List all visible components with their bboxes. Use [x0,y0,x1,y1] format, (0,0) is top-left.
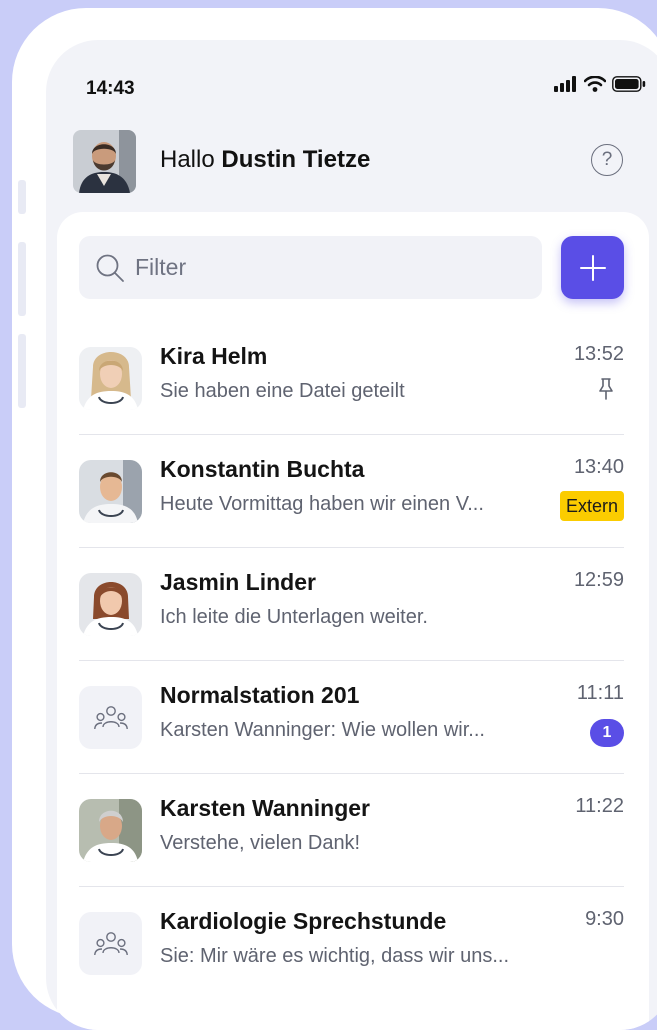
chat-item[interactable]: Kira Helm Sie haben eine Datei geteilt 1… [79,322,624,435]
contact-avatar [79,799,142,862]
chat-item[interactable]: Konstantin Buchta Heute Vormittag haben … [79,435,624,548]
side-button [18,242,26,316]
contact-name: Karsten Wanninger [160,795,371,821]
plus-icon [579,254,606,281]
chat-item[interactable]: Kardiologie Sprechstunde Sie: Mir wäre e… [79,887,624,999]
message-preview: Heute Vormittag haben wir einen V... [160,493,484,515]
search-input[interactable]: Filter [79,236,542,299]
contact-name: Kira Helm [160,343,268,369]
group-name: Normalstation 201 [160,682,360,708]
contact-name: Jasmin Linder [160,569,316,595]
message-time: 12:59 [573,569,624,591]
unread-badge: 1 [590,719,624,747]
phone-frame: 14:43 Hallo Dustin Tietze ? Filter Kira … [12,8,657,1030]
group-avatar [79,686,142,749]
message-time: 11:22 [575,795,624,817]
pin-icon [599,378,613,400]
app-screen: 14:43 Hallo Dustin Tietze ? Filter Kira … [46,40,657,1030]
user-name: Dustin Tietze [221,146,371,173]
contact-name: Konstantin Buchta [160,456,365,482]
group-avatar [79,912,142,975]
chat-item[interactable]: Jasmin Linder Ich leite die Unterlagen w… [79,548,624,661]
side-button [18,180,26,214]
group-icon [93,931,128,955]
group-icon [93,705,128,729]
contact-avatar [79,460,142,523]
chat-item[interactable]: Normalstation 201 Karsten Wanninger: Wie… [79,661,624,774]
new-chat-button[interactable] [561,236,624,299]
search-placeholder: Filter [135,254,187,280]
contact-avatar [79,347,142,410]
status-icons [554,76,646,92]
extern-badge: Extern [559,491,624,521]
message-preview: Ich leite die Unterlagen weiter. [160,606,428,628]
chat-list-sheet: Filter Kira Helm Sie haben eine Datei ge… [57,212,649,1030]
group-name: Kardiologie Sprechstunde [160,908,447,934]
status-time: 14:43 [86,78,135,99]
message-preview: Verstehe, vielen Dank! [160,832,361,854]
message-time: 13:52 [573,343,624,365]
chat-list: Kira Helm Sie haben eine Datei geteilt 1… [79,322,624,999]
message-preview: Sie haben eine Datei geteilt [160,380,405,402]
message-time: 13:40 [573,456,624,478]
message-time: 9:30 [585,908,624,930]
chat-item[interactable]: Karsten Wanninger Verstehe, vielen Dank!… [79,774,624,887]
help-button[interactable]: ? [591,144,623,176]
message-time: 11:11 [576,682,624,704]
message-preview: Sie: Mir wäre es wichtig, dass wir uns..… [160,945,509,967]
contact-avatar [79,573,142,636]
signal-icon [554,76,576,92]
message-preview: Karsten Wanninger: Wie wollen wir... [160,719,485,741]
greeting-prefix: Hallo [160,146,215,173]
search-icon [96,254,124,282]
help-label: ? [601,149,613,170]
battery-icon [612,76,646,92]
greeting: Hallo Dustin Tietze [160,146,370,174]
side-button [18,334,26,408]
user-avatar[interactable] [73,130,136,193]
wifi-icon [584,76,606,92]
